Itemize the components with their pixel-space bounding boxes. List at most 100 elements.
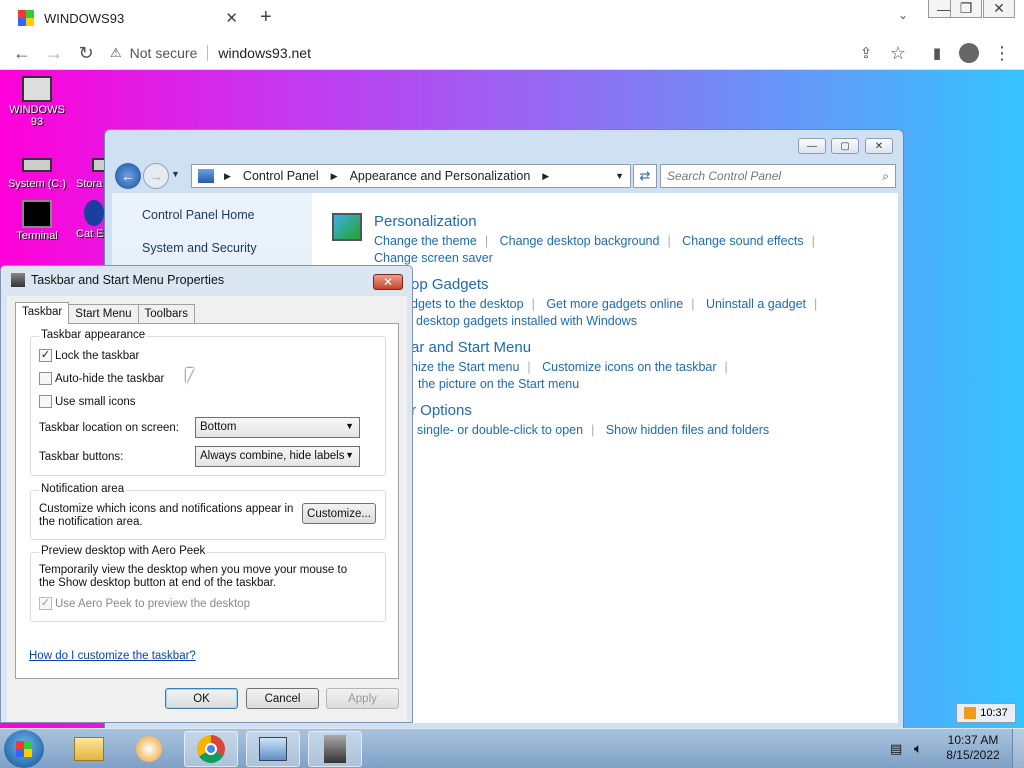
ok-button[interactable]: OK [165, 688, 238, 709]
folder-icon [74, 737, 104, 761]
chrome-taskbar-button[interactable] [184, 731, 238, 767]
restore-window-button[interactable]: ❐ [950, 0, 982, 18]
dialog-close-button[interactable]: ✕ [373, 274, 403, 290]
taskbar-tab-panel: Taskbar appearance ✓ Lock the taskbar Au… [15, 323, 399, 679]
close-tab-icon[interactable]: ✕ [225, 9, 238, 27]
cp-navigation-bar: ← → ▼ ▶ Control Panel ▶ Appearance and P… [115, 161, 896, 189]
forward-arrow-icon[interactable]: → [42, 41, 66, 65]
cp-maximize-button[interactable]: ▢ [831, 138, 859, 154]
forward-arrow-icon[interactable]: → [143, 163, 169, 189]
tab-taskbar[interactable]: Taskbar [15, 302, 70, 324]
media-player-taskbar-button[interactable] [122, 731, 176, 767]
category-title[interactable]: Personalization [374, 213, 823, 230]
desktop-icon-label: Terminal [16, 230, 58, 242]
back-arrow-icon[interactable]: ← [10, 41, 34, 65]
autohide-taskbar-checkbox[interactable]: Auto-hide the taskbar [39, 372, 164, 385]
refresh-icon[interactable]: ⇄ [633, 164, 657, 188]
clock-date: 8/15/2022 [946, 748, 1000, 762]
category-title[interactable]: op Gadgets [411, 276, 825, 293]
lock-taskbar-checkbox[interactable]: ✓ Lock the taskbar [39, 349, 139, 362]
search-icon: ⌕ [882, 168, 889, 183]
category-title[interactable]: r Options [411, 402, 777, 419]
link-restore-gadgets[interactable]: desktop gadgets installed with Windows [416, 314, 637, 328]
tab-toolbars[interactable]: Toolbars [137, 304, 195, 324]
desktop-icon-windows93[interactable]: WINDOWS 93 [2, 76, 72, 128]
start-button[interactable] [4, 730, 44, 768]
customize-button[interactable]: Customize... [302, 503, 376, 524]
link-show-hidden-files[interactable]: Show hidden files and folders [606, 423, 769, 437]
location-select[interactable]: Bottom ▼ [195, 417, 360, 438]
explorer-taskbar-button[interactable] [62, 731, 116, 767]
system-security-link[interactable]: System and Security [142, 241, 257, 255]
dialog-tabs: Taskbar Start Menu Toolbars [15, 302, 195, 324]
apply-button[interactable]: Apply [326, 688, 399, 709]
link-customize-start[interactable]: nize the Start menu [411, 360, 519, 374]
taskbar-properties-taskbar-button[interactable] [308, 731, 362, 767]
network-icon[interactable]: ▤ [890, 741, 902, 757]
personalization-icon [332, 213, 362, 241]
breadcrumb-separator-icon: ▶ [542, 170, 550, 181]
new-tab-button[interactable]: + [260, 6, 272, 29]
location-label: Taskbar location on screen: [39, 422, 179, 434]
cp-minimize-button[interactable]: — [798, 138, 826, 154]
buttons-value: Always combine, hide labels [200, 450, 345, 462]
cp-close-button[interactable]: ✕ [865, 138, 893, 154]
clock-badge-time: 10:37 [980, 707, 1008, 719]
taskbar-settings-icon [11, 273, 25, 287]
address-bar[interactable]: ⚠ Not secure windows93.net [110, 39, 910, 67]
breadcrumb-control-panel[interactable]: Control Panel [243, 169, 319, 183]
breadcrumb-appearance[interactable]: Appearance and Personalization [350, 169, 531, 183]
desktop-icon-cat[interactable]: Cat E [70, 200, 104, 240]
aero-peek-checkbox[interactable]: ✓ Use Aero Peek to preview the desktop [39, 597, 250, 610]
profile-avatar[interactable] [957, 41, 981, 65]
cp-home-link[interactable]: Control Panel Home [142, 208, 255, 222]
desktop-icon-terminal[interactable]: Terminal [2, 200, 72, 242]
drive-icon [22, 158, 52, 172]
checkbox-label: Use Aero Peek to preview the desktop [55, 597, 250, 610]
help-link[interactable]: How do I customize the taskbar? [29, 650, 196, 663]
cp-search-input[interactable]: Search Control Panel ⌕ [660, 164, 896, 188]
control-panel-taskbar-button[interactable] [246, 731, 300, 767]
link-get-gadgets[interactable]: Get more gadgets online [546, 297, 683, 311]
link-change-theme[interactable]: Change the theme [374, 234, 477, 248]
browser-tab[interactable]: WINDOWS93 ✕ [8, 2, 248, 34]
tab-start-menu[interactable]: Start Menu [68, 304, 139, 324]
menu-kebab-icon[interactable]: ⋮ [990, 41, 1014, 65]
side-panel-icon[interactable]: ▮ [925, 41, 949, 65]
link-customize-taskbar-icons[interactable]: Customize icons on the taskbar [542, 360, 716, 374]
link-change-sound[interactable]: Change sound effects [682, 234, 803, 248]
browser-tab-strip: WINDOWS93 ✕ + ⌄ — ❐ ✕ [0, 0, 1024, 36]
cancel-button[interactable]: Cancel [246, 688, 319, 709]
system-clock[interactable]: 10:37 AM 8/15/2022 [940, 733, 1006, 763]
aero-peek-group: Preview desktop with Aero Peek Temporari… [30, 545, 386, 622]
small-icons-checkbox[interactable]: Use small icons [39, 395, 136, 408]
category-title[interactable]: ar and Start Menu [411, 339, 736, 356]
buttons-select[interactable]: Always combine, hide labels ▼ [195, 446, 360, 467]
clock-time: 10:37 AM [947, 733, 999, 747]
cp-address-bar[interactable]: ▶ Control Panel ▶ Appearance and Persona… [191, 164, 631, 188]
tab-search-icon[interactable]: ⌄ [898, 8, 908, 22]
desktop-icon-system-c[interactable]: System (C:) [2, 150, 72, 190]
category-taskbar: ar and Start Menu nize the Start menu | C… [411, 339, 736, 393]
back-arrow-icon[interactable]: ← [115, 163, 141, 189]
close-window-button[interactable]: ✕ [983, 0, 1015, 18]
reload-icon[interactable]: ↻ [74, 41, 98, 65]
link-change-start-picture[interactable]: the picture on the Start menu [418, 377, 579, 391]
desktop-icon-storage[interactable]: Stora [66, 150, 106, 190]
link-change-background[interactable]: Change desktop background [500, 234, 660, 248]
link-single-double-click[interactable]: single- or double-click to open [417, 423, 583, 437]
bookmark-star-icon[interactable]: ☆ [886, 41, 910, 65]
taskbar-appearance-group: Taskbar appearance ✓ Lock the taskbar Au… [30, 329, 386, 476]
aero-peek-description: Temporarily view the desktop when you mo… [39, 564, 348, 589]
mouse-pointer-icon [186, 368, 194, 384]
computer-icon [22, 76, 52, 102]
desktop-icon-label: Cat E [76, 228, 104, 240]
dropdown-arrow-icon[interactable]: ▼ [615, 171, 624, 181]
volume-icon[interactable]: 🔈︎ [914, 740, 922, 757]
recent-pages-chevron-icon[interactable]: ▼ [171, 169, 180, 179]
share-icon[interactable]: ⇪ [854, 41, 878, 65]
link-add-gadgets[interactable]: dgets to the desktop [411, 297, 524, 311]
link-change-screensaver[interactable]: Change screen saver [374, 251, 493, 265]
link-uninstall-gadget[interactable]: Uninstall a gadget [706, 297, 806, 311]
show-desktop-button[interactable] [1012, 729, 1024, 768]
